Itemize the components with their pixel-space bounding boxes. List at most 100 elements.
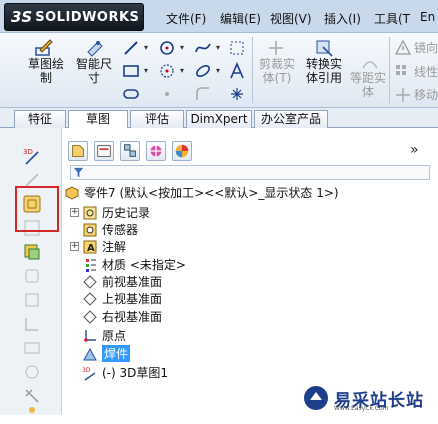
- trim-entities-label: 剪裁实 体(T): [258, 57, 295, 85]
- tab-office-products[interactable]: 办公室产品: [254, 110, 328, 128]
- property-manager-tab-icon[interactable]: [94, 141, 114, 161]
- expand-toggle[interactable]: +: [70, 208, 79, 217]
- panel-expand-icon[interactable]: »: [410, 142, 419, 158]
- command-tabs: 特征 草图 评估 DimXpert 办公室产品: [0, 108, 438, 129]
- trim-dotted-icon[interactable]: [228, 39, 246, 57]
- ellipse-dropdown-icon[interactable]: ▾: [216, 66, 220, 75]
- fillet-icon: [196, 87, 209, 100]
- watermark-logo: [304, 386, 328, 410]
- solidworks-logo[interactable]: 3S SOLIDWORKS: [4, 3, 144, 31]
- tree-item-label: 材质 <未指定>: [102, 258, 186, 272]
- slot-icon[interactable]: [122, 85, 140, 103]
- sketch-icon[interactable]: [34, 38, 54, 58]
- tree-item-label: 上视基准面: [102, 292, 163, 306]
- line-dropdown-icon[interactable]: ▾: [144, 43, 148, 52]
- part-icon: [65, 185, 79, 200]
- menu-view[interactable]: 视图(V): [270, 10, 312, 27]
- tree-root-label: 零件7 (默认<按加工><<默认>_显示状态 1>): [84, 186, 339, 200]
- plane-icon: [83, 309, 97, 324]
- sketch-button-label[interactable]: 草图绘 制: [26, 57, 66, 85]
- tab-features[interactable]: 特征: [14, 110, 66, 128]
- more-tools-icon[interactable]: [22, 386, 42, 406]
- expand-toggle[interactable]: +: [70, 242, 79, 251]
- tree-item-label: 传感器: [102, 223, 139, 237]
- display-manager-tab-icon[interactable]: [172, 141, 192, 161]
- tree-item-material[interactable]: 材质 <未指定>: [82, 256, 186, 273]
- ribbon-separator-2: [389, 37, 390, 103]
- tree-item-3d-sketch[interactable]: 3D (-) 3D草图1: [82, 364, 168, 381]
- tree-item-origin[interactable]: 原点: [82, 327, 126, 344]
- material-icon: [86, 258, 96, 272]
- menu-extra[interactable]: En: [420, 10, 435, 24]
- point-star-icon[interactable]: [228, 85, 246, 103]
- arc-icon[interactable]: [194, 39, 212, 57]
- 3d-sketch-icon[interactable]: 3D: [22, 146, 42, 166]
- sketch-side-toolbar: 3D: [0, 128, 62, 415]
- tree-item-label: 注解: [102, 240, 127, 254]
- menu-edit[interactable]: 编辑(E): [220, 10, 261, 27]
- arc-dropdown-icon[interactable]: ▾: [216, 43, 220, 52]
- slot-dropdown-icon[interactable]: ▾: [180, 66, 184, 75]
- menu-insert[interactable]: 插入(I): [324, 10, 361, 27]
- structural-member-icon[interactable]: [22, 242, 42, 262]
- feature-manager-tab-icon[interactable]: [68, 141, 88, 161]
- logo-text: SOLIDWORKS: [35, 9, 140, 25]
- ellipse-icon[interactable]: [194, 62, 212, 80]
- tree-item-top-plane[interactable]: 上视基准面: [82, 290, 162, 307]
- tree-item-label: 历史记录: [102, 206, 151, 220]
- svg-text:3D: 3D: [82, 367, 91, 374]
- 3d-sketch-tree-icon: 3D: [82, 367, 96, 381]
- tree-item-history[interactable]: + 历史记录: [70, 204, 150, 221]
- configuration-manager-tab-icon[interactable]: [120, 141, 140, 161]
- rect-dropdown-icon[interactable]: ▾: [144, 66, 148, 75]
- tree-filter-bar[interactable]: [70, 165, 430, 180]
- line-icon[interactable]: [122, 39, 140, 57]
- linear-label: 线性: [414, 65, 438, 79]
- offset-entities-label: 等距实 体: [349, 71, 386, 99]
- ds-logo-mark: 3S: [11, 8, 33, 26]
- tree-item-label: (-) 3D草图1: [102, 366, 169, 380]
- svg-text:A: A: [87, 243, 95, 254]
- tree-item-annotations[interactable]: + A 注解: [70, 238, 126, 255]
- slot-circle-icon[interactable]: [158, 62, 176, 80]
- trim-entities-icon: [269, 41, 283, 55]
- tab-dimxpert[interactable]: DimXpert: [186, 110, 252, 128]
- menu-file[interactable]: 文件(F): [166, 10, 206, 27]
- plane-icon: [83, 291, 97, 306]
- tree-item-front-plane[interactable]: 前视基准面: [82, 273, 162, 290]
- point-icon: [165, 92, 169, 96]
- rectangle-icon[interactable]: [122, 62, 140, 80]
- mirror-label: 镜向: [414, 41, 438, 55]
- command-manager-ribbon: 草图绘 制 智能尺 寸 ▾ ▾ ▾ ▾ ▾ ▾ 剪裁实 体(T) 转换实 体引用…: [0, 33, 438, 108]
- smart-dimension-icon[interactable]: [84, 38, 104, 58]
- plane-icon: [83, 274, 97, 289]
- circle-dropdown-icon[interactable]: ▾: [180, 43, 184, 52]
- text-a-icon[interactable]: [228, 62, 246, 80]
- tree-item-weldment[interactable]: 焊件: [82, 345, 131, 362]
- svg-text:3D: 3D: [23, 148, 33, 156]
- move-label: 移动: [414, 88, 438, 102]
- ribbon-separator: [252, 37, 253, 103]
- tree-item-sensors[interactable]: 传感器: [82, 221, 138, 238]
- funnel-icon[interactable]: [73, 167, 84, 178]
- offset-entities-icon: [362, 61, 378, 69]
- convert-entities-icon[interactable]: [314, 38, 334, 58]
- tree-root[interactable]: 零件7 (默认<按加工><<默认>_显示状态 1>): [64, 184, 339, 201]
- convert-entities-label[interactable]: 转换实 体引用: [302, 57, 346, 85]
- tab-evaluate[interactable]: 评估: [130, 110, 184, 128]
- dimxpert-manager-tab-icon[interactable]: [146, 141, 166, 161]
- tab-sketch[interactable]: 草图: [68, 110, 128, 129]
- tree-item-label: 前视基准面: [102, 275, 163, 289]
- end-cap-disabled-icon: [25, 293, 39, 307]
- circle-icon[interactable]: [158, 39, 176, 57]
- panel-tab-toolbar: »: [62, 138, 438, 162]
- menu-tools[interactable]: 工具(T: [374, 10, 410, 27]
- cut-list-disabled-icon: [25, 365, 39, 379]
- smart-dimension-label[interactable]: 智能尺 寸: [74, 57, 114, 85]
- tree-item-right-plane[interactable]: 右视基准面: [82, 308, 162, 325]
- linear-pattern-icon: [396, 65, 406, 75]
- trim-extend-disabled-icon: [25, 318, 38, 331]
- star-tool-icon[interactable]: [22, 404, 42, 424]
- highlight-box: [15, 186, 59, 232]
- sensor-icon: [83, 223, 97, 236]
